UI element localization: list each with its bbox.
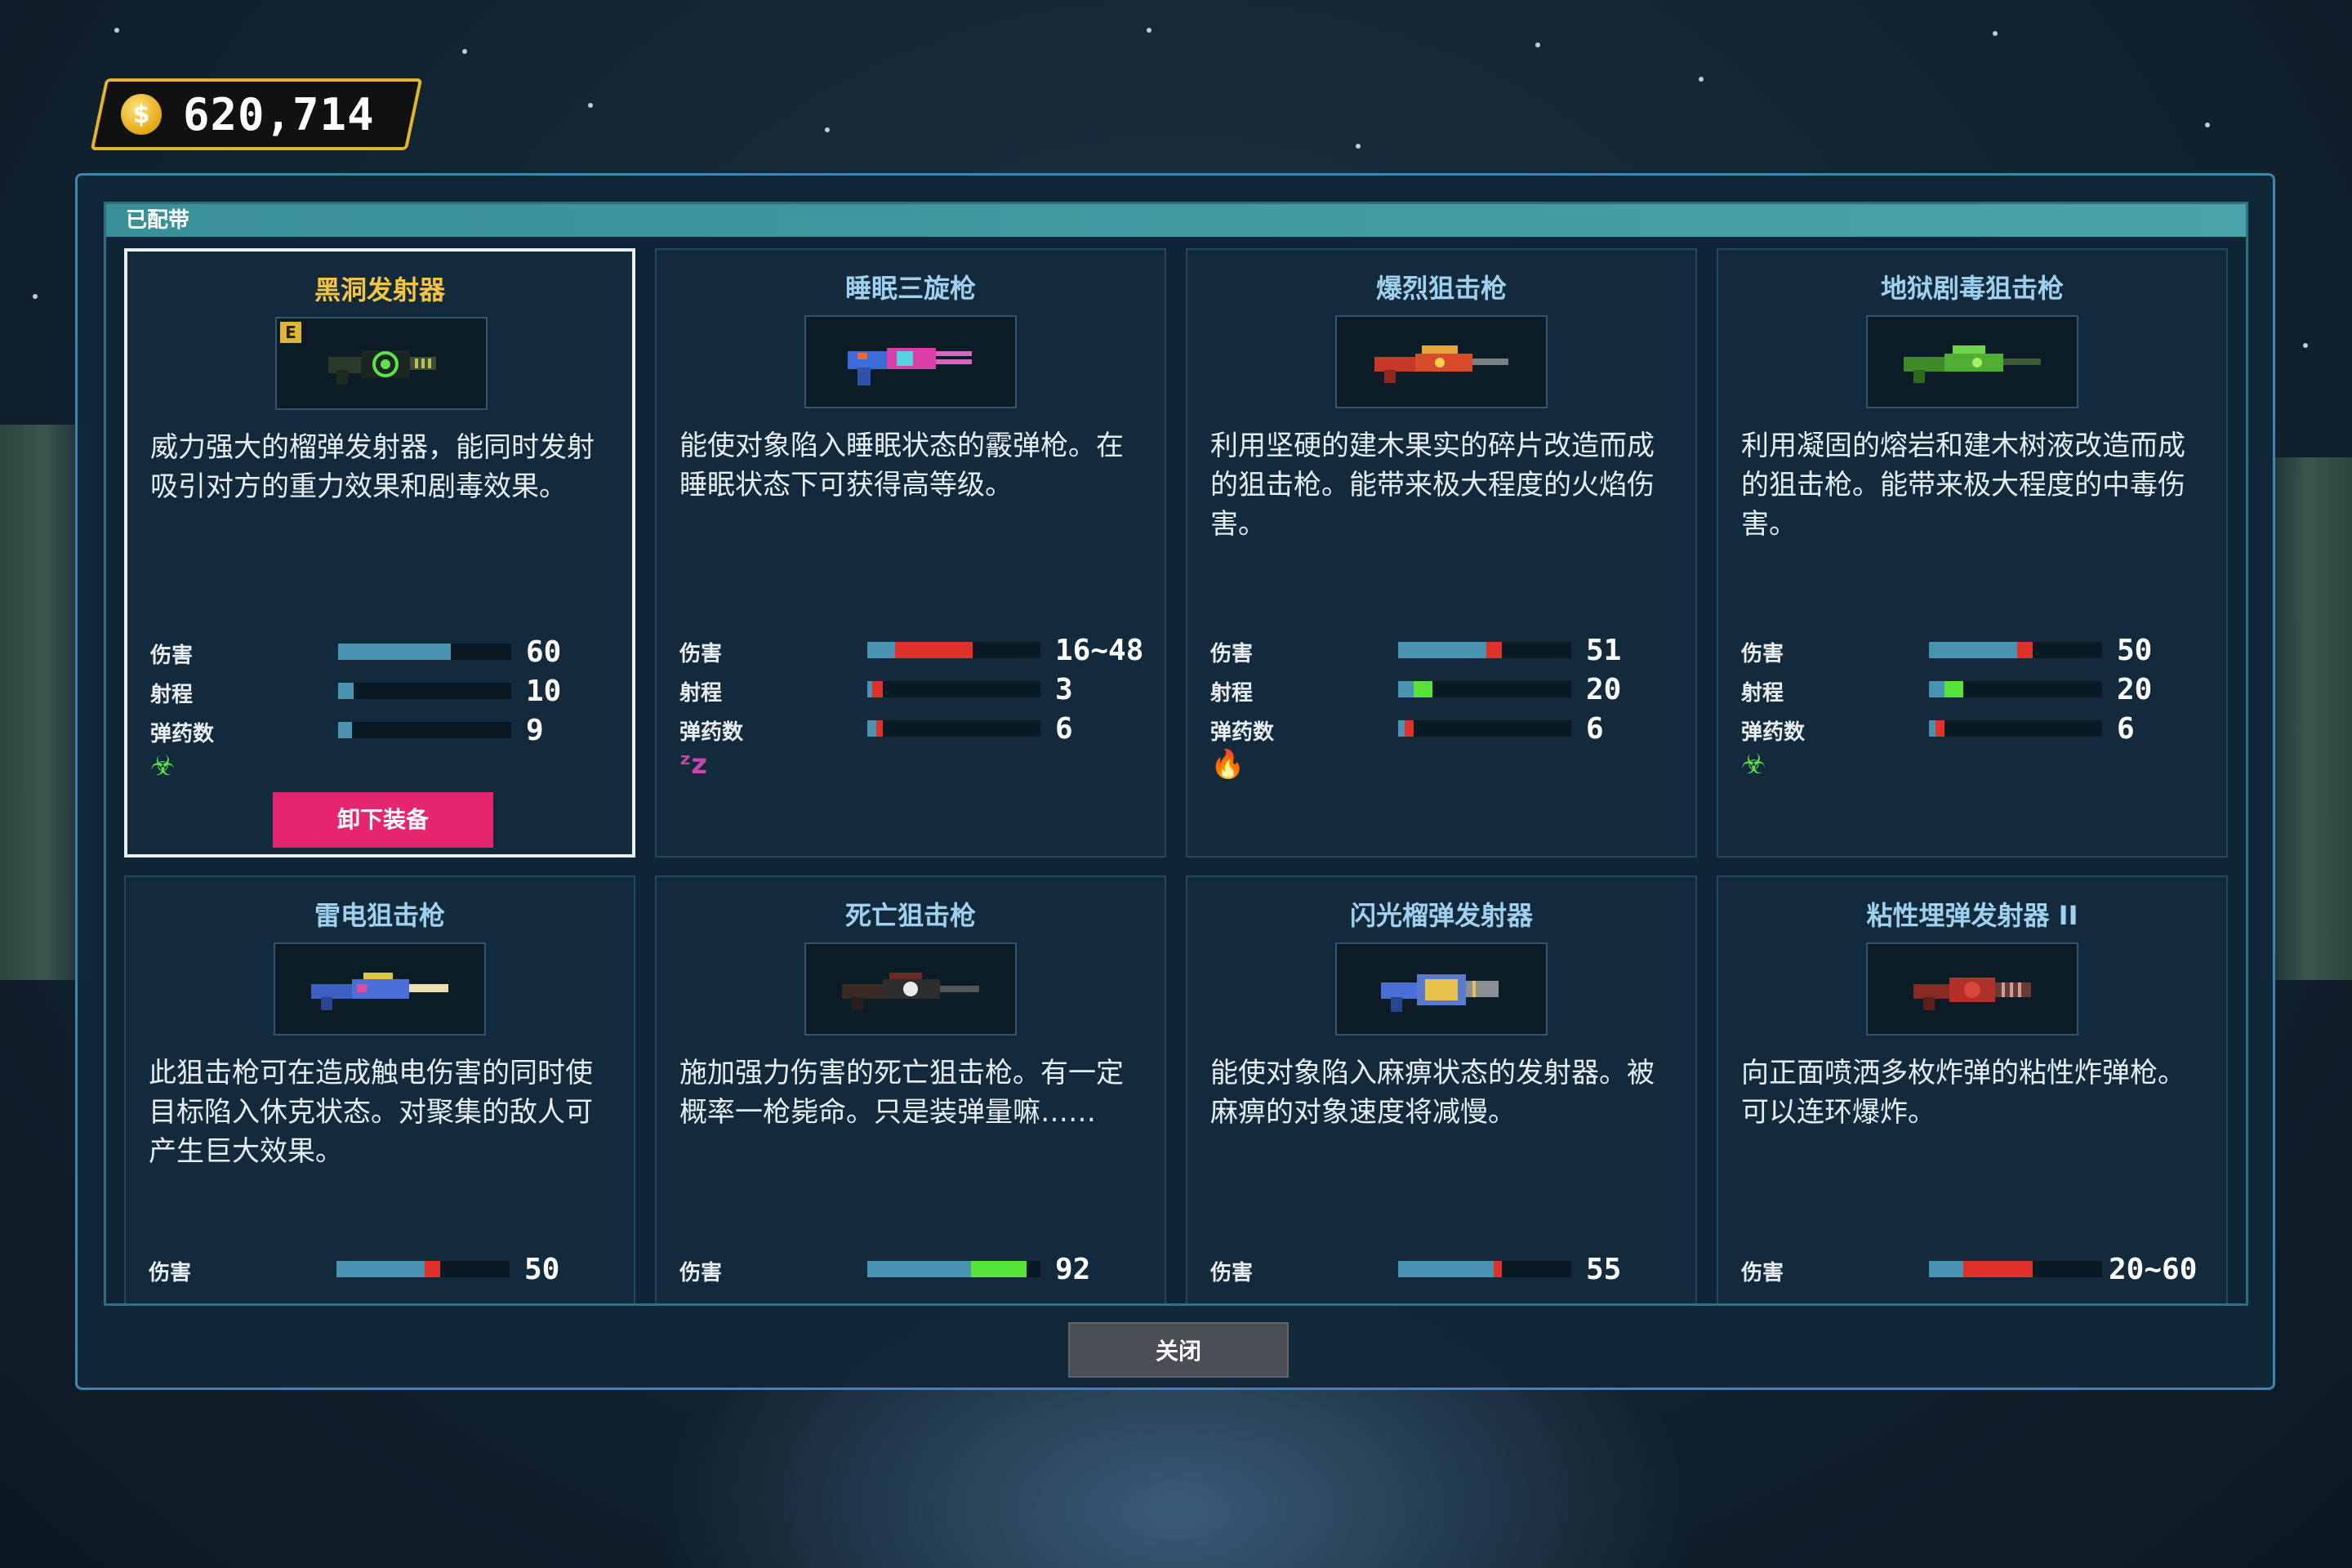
weapon-name: 爆烈狙击枪 — [1375, 273, 1507, 304]
weapon-description: 利用坚硬的建木果实的碎片改造而成的狙击枪。能带来极大程度的火焰伤害。 — [1210, 430, 1655, 541]
currency-display: $ 620,714 — [90, 78, 423, 150]
weapon-description: 此狙击枪可在造成触电伤害的同时使目标陷入休克状态。对聚集的敌人可产生巨大效果。 — [149, 1057, 593, 1168]
stat-damage: 伤害 60 — [150, 635, 562, 669]
weapon-card-death-sniper[interactable]: 死亡狙击枪 施加强力伤害的死亡狙击枪。有一定概率一枪毙命。只是装弹量嘛…… 伤害 — [655, 875, 1166, 1303]
range-bar — [1398, 681, 1571, 697]
stat-range: 射程 20 — [1741, 673, 2153, 706]
sniper-rifle-icon — [311, 973, 448, 1010]
close-button[interactable]: 关闭 — [1068, 1322, 1289, 1378]
weapon-panel: 已配带 黑洞发射器 E 威力强大的榴弹发射器，能同时发射吸引对方的重力效果和剧毒… — [75, 173, 2275, 1390]
weapon-image — [1866, 942, 2078, 1036]
damage-bar — [336, 1261, 510, 1277]
sniper-rifle-icon — [842, 973, 979, 1010]
coin-icon: $ — [121, 94, 162, 135]
weapon-description: 向正面喷洒多枚炸弹的粘性炸弹枪。可以连环爆炸。 — [1741, 1057, 2185, 1129]
stat-range: 射程 3 — [679, 673, 1073, 706]
weapon-description: 威力强大的榴弹发射器，能同时发射吸引对方的重力效果和剧毒效果。 — [150, 431, 595, 503]
grenade-launcher-icon — [328, 350, 436, 385]
damage-bar — [867, 642, 1040, 658]
equipped-badge: E — [280, 322, 301, 343]
coin-amount: 620,714 — [183, 88, 375, 140]
range-bar — [338, 683, 511, 699]
stat-damage: 伤害 51 — [1210, 634, 1622, 667]
biohazard-icon: ☣ — [150, 750, 176, 782]
damage-bar — [338, 644, 511, 660]
weapon-image — [1335, 942, 1548, 1036]
damage-bar — [1929, 642, 2102, 658]
weapon-name: 死亡狙击枪 — [844, 900, 976, 931]
weapon-description: 能使对象陷入睡眠状态的霰弹枪。在睡眠状态下可获得高等级。 — [679, 430, 1124, 501]
weapon-name: 睡眠三旋枪 — [844, 273, 976, 304]
stat-damage: 伤害 92 — [679, 1253, 1091, 1286]
range-bar — [867, 681, 1040, 697]
damage-bar — [1929, 1261, 2102, 1277]
stat-damage: 伤害 20~60 — [1741, 1253, 2198, 1286]
weapon-card-flash-grenade-launcher[interactable]: 闪光榴弹发射器 能使对象陷入麻痹状态的发射器。被麻痹的对象速度将减慢。 伤害 5… — [1186, 875, 1697, 1303]
weapon-description: 能使对象陷入麻痹状态的发射器。被麻痹的对象速度将减慢。 — [1210, 1057, 1655, 1129]
range-bar — [1929, 681, 2102, 697]
sniper-rifle-icon — [1374, 345, 1508, 383]
biohazard-icon: ☣ — [1741, 748, 1766, 781]
stat-ammo: 弹药数 9 — [150, 714, 544, 747]
shotgun-icon — [848, 348, 972, 385]
equipped-section: 已配带 黑洞发射器 E 威力强大的榴弹发射器，能同时发射吸引对方的重力效果和剧毒… — [104, 202, 2248, 1306]
weapon-image — [274, 942, 486, 1036]
ammo-bar — [338, 722, 511, 738]
stat-damage: 伤害 55 — [1210, 1253, 1622, 1286]
weapon-image — [804, 315, 1017, 408]
weapon-name: 地狱剧毒狙击枪 — [1880, 273, 2064, 304]
damage-bar — [867, 1261, 1040, 1277]
stat-damage: 伤害 16~48 — [679, 634, 1144, 667]
weapon-card-sleep-shotgun[interactable]: 睡眠三旋枪 能使对象陷入睡眠状态的霰弹枪。在睡眠状态下可获得高等级。 伤害 16… — [655, 248, 1166, 858]
unequip-button[interactable]: 卸下装备 — [273, 792, 493, 848]
weapon-image — [1335, 315, 1548, 408]
weapon-card-sticky-bomb-launcher[interactable]: 粘性埋弹发射器 II 向正面喷洒多枚炸弹的粘性炸弹枪。可以连环爆炸。 伤害 20… — [1717, 875, 2228, 1303]
weapon-name: 黑洞发射器 — [314, 274, 445, 305]
stat-damage: 伤害 50 — [149, 1253, 560, 1286]
section-title: 已配带 — [106, 204, 2246, 237]
weapon-card-explosive-sniper[interactable]: 爆烈狙击枪 利用坚硬的建木果实的碎片改造而成的狙击枪。能带来极大程度的火焰伤害。… — [1186, 248, 1697, 858]
sleep-icon: ᶻz — [679, 748, 707, 781]
ammo-bar — [1929, 720, 2102, 737]
damage-bar — [1398, 642, 1571, 658]
weapon-name: 闪光榴弹发射器 — [1349, 900, 1533, 931]
ammo-bar — [867, 720, 1040, 737]
weapon-card-thunder-sniper[interactable]: 雷电狙击枪 此狙击枪可在造成触电伤害的同时使目标陷入休克状态。对聚集的敌人可产生… — [124, 875, 635, 1303]
sniper-rifle-icon — [1904, 345, 2041, 383]
weapon-image — [804, 942, 1017, 1036]
stat-ammo: 弹药数 6 — [1741, 712, 2135, 746]
grenade-launcher-icon — [1381, 974, 1499, 1012]
damage-bar — [1398, 1261, 1571, 1277]
weapon-image — [1866, 315, 2078, 408]
stat-ammo: 弹药数 6 — [1210, 712, 1604, 746]
weapon-description: 施加强力伤害的死亡狙击枪。有一定概率一枪毙命。只是装弹量嘛…… — [679, 1057, 1124, 1129]
weapon-name: 粘性埋弹发射器 II — [1866, 900, 2078, 931]
stat-ammo: 弹药数 6 — [679, 712, 1073, 746]
weapon-card-black-hole[interactable]: 黑洞发射器 E 威力强大的榴弹发射器，能同时发射吸引对方的重力效果和剧毒效果。 — [124, 248, 635, 858]
weapon-card-hell-poison-sniper[interactable]: 地狱剧毒狙击枪 利用凝固的熔岩和建木树液改造而成的狙击枪。能带来极大程度的中毒伤… — [1717, 248, 2228, 858]
weapon-description: 利用凝固的熔岩和建木树液改造而成的狙击枪。能带来极大程度的中毒伤害。 — [1741, 430, 2185, 541]
weapon-name: 雷电狙击枪 — [314, 900, 445, 931]
fire-icon: 🔥 — [1210, 748, 1245, 781]
weapon-image: E — [275, 317, 488, 410]
stat-range: 射程 10 — [150, 675, 562, 708]
stat-range: 射程 20 — [1210, 673, 1622, 706]
bomb-launcher-icon — [1913, 978, 2031, 1010]
stat-damage: 伤害 50 — [1741, 634, 2153, 667]
ammo-bar — [1398, 720, 1571, 737]
